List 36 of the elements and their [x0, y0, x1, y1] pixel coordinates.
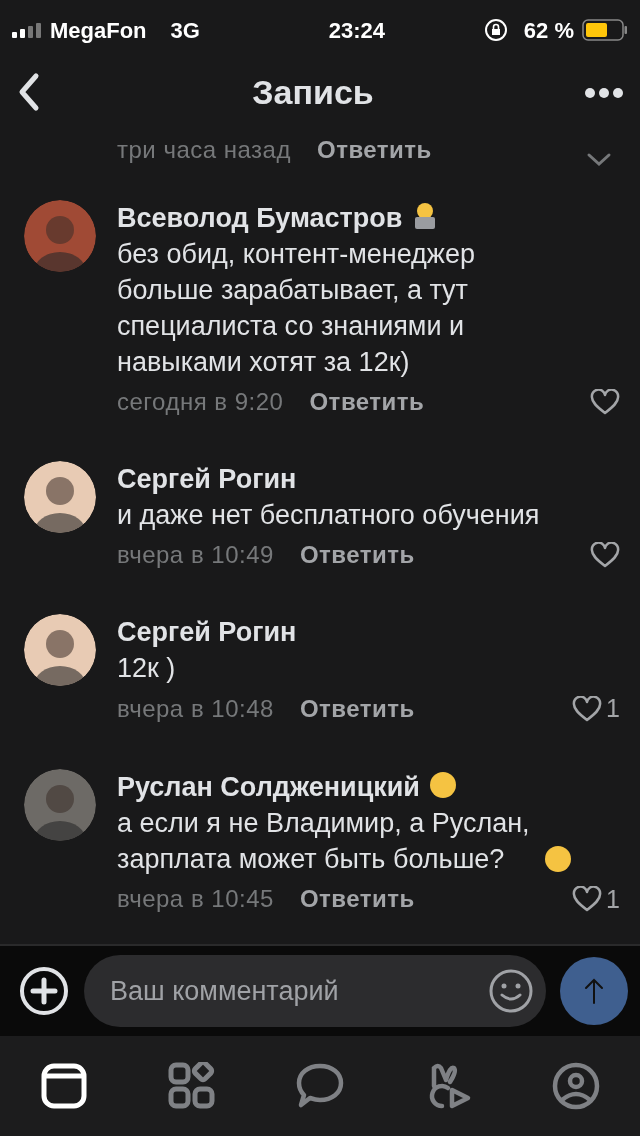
comment-time: сегодня в 9:20	[117, 387, 284, 417]
reply-link[interactable]: Ответить	[299, 881, 415, 918]
carrier-name: MegaFon	[50, 16, 147, 45]
comment-time: вчера в 10:48	[117, 693, 274, 724]
comment-text: а если я не Владимир, а Руслан, зарплата может быть больше?	[117, 806, 531, 876]
page-title: Запись	[252, 71, 374, 113]
attach-button[interactable]	[18, 965, 70, 1017]
signal-icon	[12, 22, 42, 38]
clock-time: 23:24	[327, 16, 386, 45]
reply-link[interactable]: Ответить	[316, 132, 432, 168]
comment-time: три часа назад	[117, 135, 291, 165]
comment-time: вчера в 10:49	[117, 540, 274, 570]
author-name[interactable]: Сергей Рогин	[117, 617, 297, 647]
emoji-button-icon[interactable]	[488, 968, 534, 1014]
comment-field[interactable]: Ваш комментарий	[84, 955, 546, 1027]
like-button[interactable]	[590, 389, 620, 415]
like-button[interactable]: 1	[572, 880, 620, 918]
comment-text: и даже нет бесплатного обучения	[117, 499, 540, 532]
rotation-lock-icon	[483, 18, 508, 42]
reply-link[interactable]: Ответить	[309, 384, 425, 420]
author-name[interactable]: Всеволод Бумастров	[117, 203, 403, 233]
battery-percent: 62 %	[523, 16, 574, 45]
comment-text: без обид, контент-менеджер больше зарабатывает, а тут специалиста со знаниями и навыками хотят за 12к)	[117, 238, 476, 379]
reply-link[interactable]: Ответить	[299, 690, 415, 727]
more-icon[interactable]	[584, 86, 624, 99]
author-name[interactable]: Руслан Солдженицкий	[117, 771, 420, 802]
network-type: 3G	[170, 16, 200, 45]
comment-text: 12к )	[117, 652, 176, 685]
author-name[interactable]: Сергей Рогин	[117, 464, 297, 494]
arrow-up-icon[interactable]	[584, 977, 604, 1005]
like-button[interactable]	[590, 542, 620, 568]
like-button[interactable]: 1	[572, 690, 620, 728]
battery-icon	[582, 19, 628, 41]
comment-time: вчера в 10:45	[117, 884, 274, 915]
reply-link[interactable]: Ответить	[299, 537, 415, 573]
chevron-down-icon[interactable]	[586, 152, 612, 168]
